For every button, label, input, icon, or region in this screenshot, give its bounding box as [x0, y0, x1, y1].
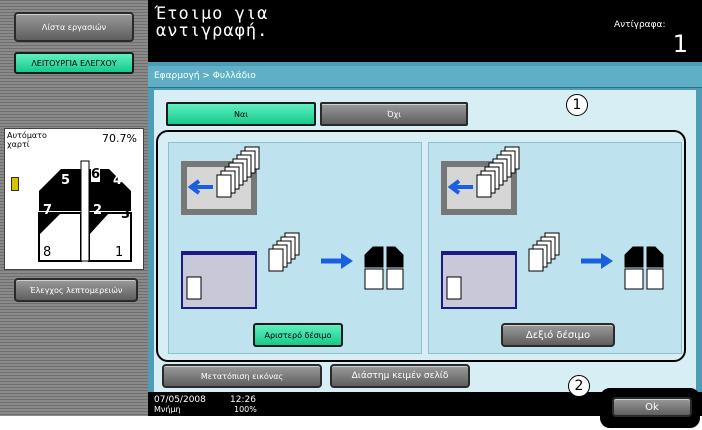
check-mode-button[interactable]: ΛΕΙΤΟΥΡΓΙΑ ΕΛΕΓΧΟΥ	[14, 52, 134, 74]
no-button[interactable]: Όχι	[320, 102, 468, 126]
yes-button[interactable]: Ναι	[166, 102, 316, 126]
right-binding-diagram	[441, 146, 664, 309]
breadcrumb: Εφαρμογή > Φυλλάδιο	[148, 66, 702, 88]
ok-button[interactable]: Ok	[612, 397, 692, 417]
page-num-4: 4	[113, 173, 123, 188]
page-num-1: 1	[115, 245, 124, 260]
left-sidebar: Λίστα εργασιών ΛΕΙΤΟΥΡΓΙΑ ΕΛΕΓΧΟΥ Αυτόμα…	[0, 0, 148, 416]
copies-value: 1	[672, 30, 688, 58]
page-num-8: 8	[43, 245, 52, 260]
status-header: Έτοιμο για αντιγραφή. Αντίγραφα: 1	[148, 0, 702, 62]
image-shift-button[interactable]: Μετατόπιση εικόνας	[162, 364, 322, 388]
memory-label: Μνήμη	[154, 405, 181, 414]
page-num-2: 2	[93, 203, 103, 218]
auto-paper-panel: Αυτόματο χαρτί 70.7% 5 6 4 7 2 3 8 1	[4, 128, 144, 270]
staple-icon	[11, 177, 19, 191]
text-gap-button[interactable]: Διάστημ κειμέν σελίδ	[330, 364, 470, 388]
auto-paper-label: Αυτόματο χαρτί	[7, 131, 47, 149]
page-num-3: 3	[121, 207, 131, 222]
status-text: Έτοιμο για αντιγραφή.	[156, 4, 269, 41]
memory-value: 100%	[234, 405, 257, 414]
page-num-7: 7	[43, 203, 53, 218]
left-binding-panel: Αριστερό δέσιμο	[168, 142, 422, 354]
check-details-button[interactable]: Έλεγχος λεπτομερειών	[14, 278, 138, 302]
page-num-5: 5	[61, 173, 71, 188]
left-binding-button[interactable]: Αριστερό δέσιμο	[253, 323, 343, 347]
page-num-6: 6	[91, 167, 101, 182]
callout-2: 2	[568, 375, 590, 397]
left-binding-diagram	[181, 146, 404, 309]
time-text: 12:26	[230, 395, 256, 405]
zoom-value: 70.7%	[102, 132, 137, 145]
main-panel: Εφαρμογή > Φυλλάδιο Ναι Όχι Αριστερό δέσ…	[148, 62, 702, 392]
booklet-preview: 5 6 4 7 2 3 8 1	[31, 151, 139, 265]
right-binding-panel: Δεξιό δέσιμο	[428, 142, 682, 354]
callout-1: 1	[566, 94, 588, 116]
date-text: 07/05/2008	[154, 395, 206, 405]
right-binding-button[interactable]: Δεξιό δέσιμο	[501, 323, 615, 347]
job-list-button[interactable]: Λίστα εργασιών	[14, 12, 134, 42]
copies-label: Αντίγραφα:	[614, 20, 666, 30]
